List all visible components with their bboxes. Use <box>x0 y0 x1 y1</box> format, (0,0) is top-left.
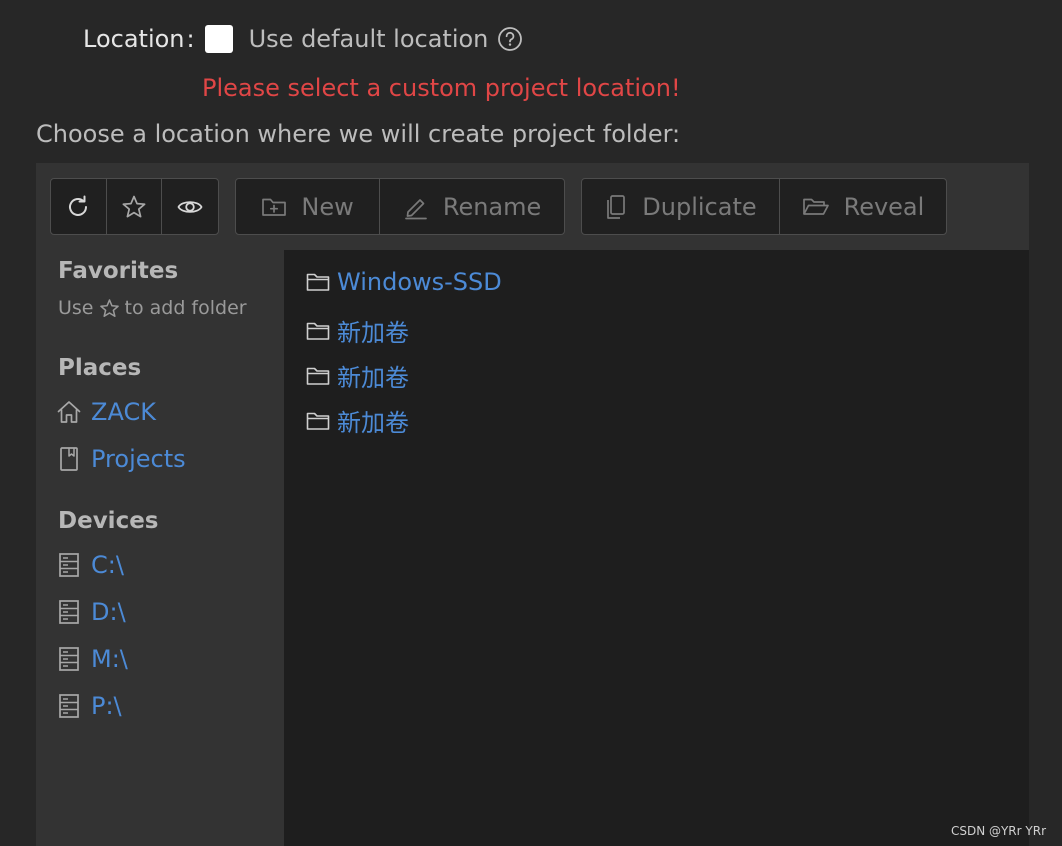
list-item[interactable]: Windows-SSD <box>306 268 502 296</box>
refresh-icon <box>64 193 92 221</box>
sidebar-item-label: ZACK <box>91 398 156 426</box>
duplicate-button-label: Duplicate <box>642 192 757 221</box>
sidebar-item-drive-c[interactable]: C:\ <box>56 551 124 579</box>
file-name: 新加卷 <box>337 364 409 392</box>
sidebar-item-zack[interactable]: ZACK <box>56 398 156 426</box>
rename-button[interactable]: Rename <box>380 179 564 234</box>
location-label: Location <box>83 25 185 53</box>
sidebar-item-drive-d[interactable]: D:\ <box>56 598 126 626</box>
choose-location-prompt: Choose a location where we will create p… <box>36 120 681 148</box>
duplicate-icon <box>604 193 628 221</box>
home-icon <box>56 399 82 425</box>
list-item[interactable]: 新加卷 <box>306 313 409 348</box>
favorites-hint-prefix: Use <box>58 297 94 319</box>
toolbar-file-group: Duplicate Reveal <box>581 178 947 235</box>
drive-icon <box>56 693 82 719</box>
sidebar-item-label: Projects <box>91 445 186 473</box>
use-default-location-label[interactable]: Use default location <box>249 25 489 53</box>
list-item[interactable]: 新加卷 <box>306 403 409 438</box>
sidebar-item-label: D:\ <box>91 598 126 626</box>
file-list: Windows-SSD 新加卷 新加卷 新加卷 <box>284 250 1029 846</box>
pencil-icon <box>403 194 429 220</box>
folder-icon <box>306 321 330 341</box>
drive-icon <box>56 552 82 578</box>
reveal-button[interactable]: Reveal <box>780 179 946 234</box>
favorites-heading: Favorites <box>58 258 179 284</box>
toolbar-view-group <box>50 178 219 235</box>
refresh-button[interactable] <box>51 179 107 234</box>
sidebar-item-label: M:\ <box>91 645 128 673</box>
folder-plus-icon <box>261 196 287 218</box>
new-folder-button[interactable]: New <box>236 179 381 234</box>
star-icon <box>121 194 147 220</box>
drive-icon <box>56 646 82 672</box>
watermark: CSDN @YRr YRr <box>950 824 1046 838</box>
sidebar-item-drive-m[interactable]: M:\ <box>56 645 128 673</box>
sidebar-item-projects[interactable]: Projects <box>56 445 186 473</box>
file-name: Windows-SSD <box>337 268 502 296</box>
folder-icon <box>306 272 330 292</box>
error-message: Please select a custom project location! <box>202 74 681 102</box>
favorites-hint: Use to add folder <box>58 297 247 319</box>
folder-icon <box>306 411 330 431</box>
bookmark-icon <box>56 446 82 472</box>
location-colon: : <box>186 25 195 53</box>
eye-icon <box>176 193 204 221</box>
drive-icon <box>56 599 82 625</box>
location-row: Location : Use default location <box>83 20 523 58</box>
star-icon <box>99 298 120 319</box>
new-button-label: New <box>301 192 354 221</box>
places-heading: Places <box>58 355 142 381</box>
list-item[interactable]: 新加卷 <box>306 358 409 393</box>
reveal-button-label: Reveal <box>843 192 925 221</box>
file-name: 新加卷 <box>337 319 409 347</box>
sidebar-item-drive-p[interactable]: P:\ <box>56 692 122 720</box>
file-name: 新加卷 <box>337 409 409 437</box>
sidebar-item-label: C:\ <box>91 551 124 579</box>
duplicate-button[interactable]: Duplicate <box>582 179 780 234</box>
use-default-location-checkbox[interactable] <box>204 25 233 53</box>
help-icon[interactable] <box>497 26 523 52</box>
file-browser: New Rename Duplicate Reveal Favorites Us… <box>36 163 1029 846</box>
sidebar: Favorites Use to add folder Places ZACK <box>36 250 284 846</box>
devices-heading: Devices <box>58 508 159 534</box>
rename-button-label: Rename <box>442 192 542 221</box>
folder-open-icon <box>802 196 830 218</box>
show-hidden-button[interactable] <box>162 179 218 234</box>
toolbar-edit-group: New Rename <box>235 178 565 235</box>
add-favorite-button[interactable] <box>107 179 163 234</box>
favorites-hint-suffix: to add folder <box>124 297 247 319</box>
folder-icon <box>306 366 330 386</box>
sidebar-item-label: P:\ <box>91 692 122 720</box>
